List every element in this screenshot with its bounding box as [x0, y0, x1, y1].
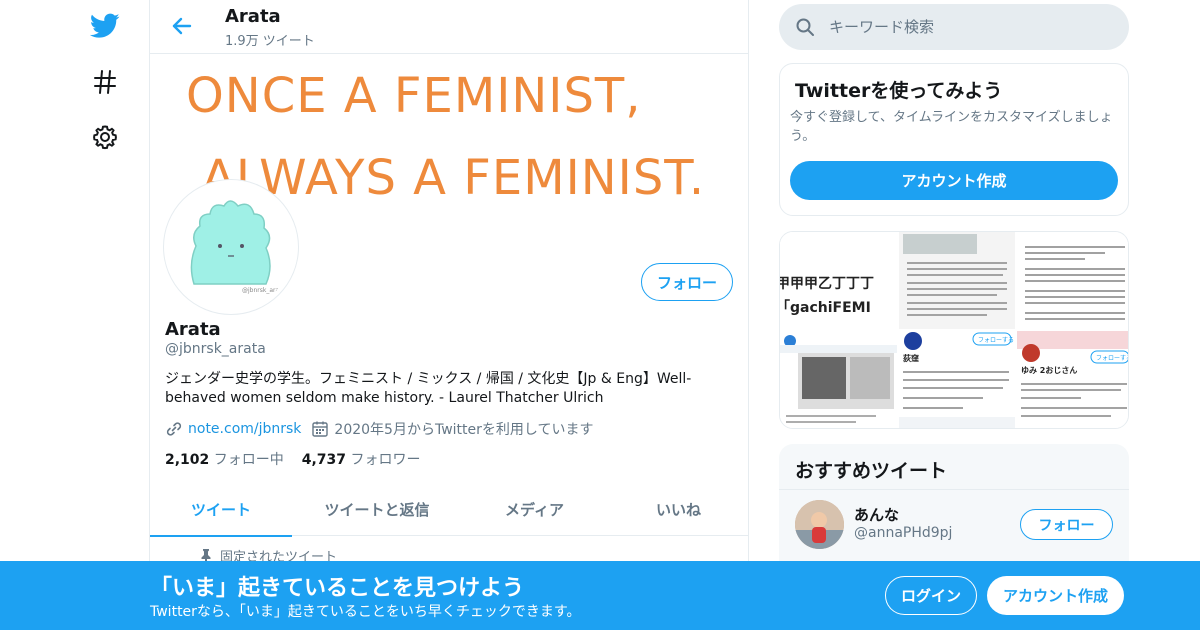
thumb-user-name-2: ゆみ 2おじさん [1021, 366, 1077, 375]
link-icon [166, 422, 182, 436]
search-box[interactable] [779, 4, 1129, 50]
following-label: フォロー中 [213, 452, 284, 468]
signup-card: Twitterを使ってみよう 今すぐ登録して、タイムラインをカスタマイズしましょ… [779, 63, 1129, 216]
profile-column: Arata 1.9万 ツイート ONCE A FEMINIST, ALWAYS … [149, 0, 749, 630]
calendar-icon [312, 421, 329, 437]
header-tweet-count: 1.9万 ツイート [225, 34, 315, 49]
bottom-bar-title: 「いま」起きていることを見つけよう [150, 576, 525, 601]
thumb-follow-tag: フォローする [978, 337, 1014, 344]
left-navigation [80, 0, 130, 630]
tab-media[interactable]: メディア [462, 482, 607, 536]
profile-joined-date: 2020年5月からTwitterを利用しています [334, 422, 594, 438]
media-thumb[interactable]: フォローする 荻窪 [899, 331, 1015, 428]
search-icon [796, 18, 814, 36]
profile-stats: 2,102 フォロー中 4,737 フォロワー [165, 449, 421, 469]
media-thumb[interactable]: 甲甲甲乙丁丁丁 「gachiFEMI [780, 232, 897, 329]
search-input[interactable] [829, 18, 1089, 36]
recommended-user-avatar[interactable] [795, 500, 844, 549]
media-thumb[interactable] [899, 232, 1015, 329]
thumb-follow-tag-2: フォローする [1096, 355, 1129, 362]
login-button[interactable]: ログイン [885, 576, 977, 615]
media-thumb[interactable] [780, 331, 897, 428]
gear-icon[interactable] [85, 117, 125, 157]
bottom-signup-bar: 「いま」起きていることを見つけよう Twitterなら、「いま」起きていることを… [0, 561, 1200, 630]
create-account-button[interactable]: アカウント作成 [790, 161, 1118, 200]
recommended-divider [779, 489, 1129, 490]
profile-handle: @jbnrsk_arata [165, 341, 266, 357]
thumb-user-name: 荻窪 [903, 353, 919, 363]
recommended-title: おすすめツイート [795, 460, 948, 482]
hashtag-icon[interactable] [85, 62, 125, 102]
tab-likes[interactable]: いいね [607, 482, 748, 536]
avatar-watermark-text: @jbnrsk_arata [242, 287, 286, 294]
twitter-bird-icon[interactable] [85, 6, 125, 46]
following-stat[interactable]: 2,102 フォロー中 [165, 452, 284, 468]
thumb-caption-2: 「gachiFEMI [780, 299, 871, 316]
followers-count: 4,737 [301, 452, 347, 468]
profile-header-bar: Arata 1.9万 ツイート [150, 0, 748, 54]
followers-stat[interactable]: 4,737 フォロワー [302, 452, 421, 468]
profile-website-link[interactable]: note.com/jbnrsk [188, 421, 301, 437]
recommended-user-name[interactable]: あんな [854, 504, 899, 525]
followers-label: フォロワー [350, 452, 421, 468]
signup-card-description: 今すぐ登録して、タイムラインをカスタマイズしましょう。 [790, 110, 1113, 144]
follow-button[interactable]: フォロー [641, 263, 733, 301]
profile-tabs: ツイート ツイートと返信 メディア いいね [150, 482, 748, 537]
profile-name: Arata [165, 319, 221, 340]
following-count: 2,102 [165, 452, 210, 468]
recommended-user-handle: @annaPHd9pj [854, 525, 953, 541]
header-profile-name: Arata [225, 6, 281, 27]
banner-text-line2: ALWAYS A FEMINIST. [202, 150, 706, 206]
thumb-caption-1: 甲甲甲乙丁丁丁 [780, 276, 874, 292]
media-thumb[interactable]: フォローする ゆみ 2おじさん [1017, 331, 1129, 428]
profile-meta: note.com/jbnrsk 2020年5月からTwitterを利用しています [165, 418, 593, 440]
bottom-create-account-button[interactable]: アカウント作成 [987, 576, 1124, 615]
back-arrow-icon[interactable] [168, 12, 196, 40]
media-thumbnail-grid: 甲甲甲乙丁丁丁 「gachiFEMI フォローする 荻窪 フォローする ゆみ 2… [779, 231, 1129, 429]
profile-avatar[interactable]: @jbnrsk_arata [164, 180, 298, 314]
signup-card-title: Twitterを使ってみよう [795, 80, 1003, 102]
recommended-follow-button[interactable]: フォロー [1020, 509, 1113, 540]
profile-bio: ジェンダー史学の学生。フェミニスト / ミックス / 帰国 / 文化史【Jp &… [165, 371, 692, 406]
tab-tweets[interactable]: ツイート [150, 482, 292, 537]
tab-tweets-and-replies[interactable]: ツイートと返信 [292, 482, 462, 536]
banner-text-line1: ONCE A FEMINIST, [186, 68, 642, 124]
media-thumb[interactable] [1017, 232, 1128, 329]
bottom-bar-subtitle: Twitterなら、「いま」起きていることをいち早くチェックできます。 [150, 604, 581, 620]
